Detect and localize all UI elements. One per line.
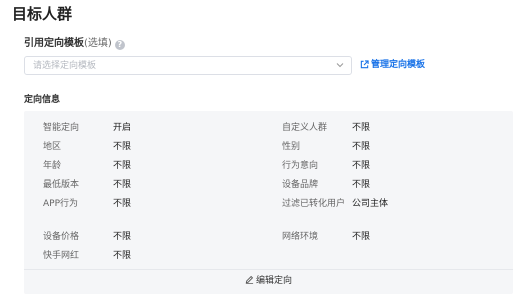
info-value: 不限 [352, 180, 371, 190]
info-value: 不限 [113, 180, 132, 190]
info-label: 网络环境 [282, 232, 319, 242]
optional-hint: (选填) [84, 38, 112, 49]
edit-icon [245, 275, 254, 284]
info-label: 自定义人群 [282, 123, 328, 133]
manage-template-label: 管理定向模板 [371, 60, 426, 70]
info-label: 年龄 [43, 161, 62, 171]
page-title: 目标人群 [12, 5, 73, 23]
edit-targeting-label: 编辑定向 [255, 276, 292, 286]
template-select-placeholder: 请选择定向模板 [33, 61, 97, 71]
info-value: 不限 [113, 142, 132, 152]
info-label: 地区 [43, 142, 62, 152]
info-value: 开启 [113, 123, 132, 133]
info-value: 不限 [113, 232, 132, 242]
info-value: 不限 [352, 123, 371, 133]
template-select[interactable]: 请选择定向模板 [24, 56, 352, 75]
info-label: APP行为 [43, 199, 79, 209]
info-label: 过滤已转化用户 [282, 199, 346, 209]
edit-targeting-button[interactable]: 编辑定向 [24, 269, 513, 294]
info-label: 智能定向 [43, 123, 80, 133]
info-label: 行为意向 [282, 161, 319, 171]
info-value: 公司主体 [352, 199, 389, 209]
info-label: 设备价格 [43, 232, 80, 242]
chevron-down-icon [336, 63, 344, 68]
question-circle-icon[interactable]: ? [114, 40, 125, 50]
info-value: 不限 [352, 161, 371, 171]
external-link-icon [360, 60, 369, 69]
info-value: 不限 [352, 232, 371, 242]
info-label: 设备品牌 [282, 180, 319, 190]
info-value: 不限 [113, 161, 132, 171]
template-field-label: 引用定向模板(选填)? [24, 38, 125, 50]
info-label: 性别 [282, 142, 301, 152]
manage-template-link[interactable]: 管理定向模板 [360, 59, 425, 71]
info-label: 最低版本 [43, 180, 80, 190]
targeting-info-panel: 智能定向 开启 地区 不限 年龄 不限 最低版本 不限 APP行为 不限 设备价… [24, 111, 513, 294]
info-value: 不限 [113, 199, 132, 209]
targeting-section-title: 定向信息 [24, 95, 61, 105]
info-label: 快手网红 [43, 251, 80, 261]
template-label-text: 引用定向模板 [24, 38, 84, 49]
info-value: 不限 [352, 142, 371, 152]
info-value: 不限 [113, 251, 132, 261]
